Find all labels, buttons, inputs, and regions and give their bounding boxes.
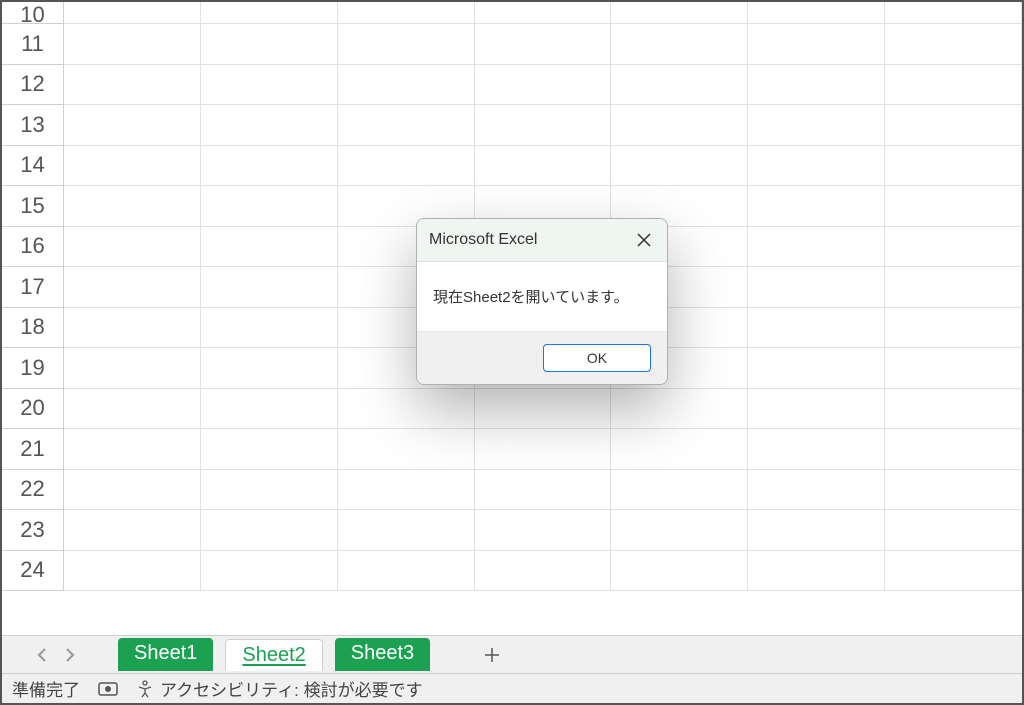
- accessibility-status[interactable]: アクセシビリティ: 検討が必要です: [136, 676, 423, 701]
- dialog-footer: OK: [417, 331, 667, 384]
- add-sheet-icon[interactable]: [478, 641, 506, 669]
- next-sheet-icon[interactable]: [56, 641, 84, 669]
- accessibility-label: アクセシビリティ: 検討が必要です: [160, 676, 423, 701]
- row-header[interactable]: 13: [2, 105, 64, 146]
- row-header[interactable]: 10: [2, 2, 64, 24]
- dialog-title: Microsoft Excel: [429, 231, 537, 249]
- row-header[interactable]: 23: [2, 510, 64, 551]
- dialog-header: Microsoft Excel: [417, 219, 667, 262]
- row-header[interactable]: 18: [2, 308, 64, 349]
- sheet-tab[interactable]: Sheet3: [335, 638, 430, 671]
- sheet-tab[interactable]: Sheet1: [118, 638, 213, 671]
- row-headers: 10 11 12 13 14 15 16 17 18 19 20 21 22 2…: [2, 2, 64, 635]
- close-icon[interactable]: [633, 229, 655, 251]
- dialog-message: 現在Sheet2を開いています。: [417, 262, 667, 331]
- message-dialog: Microsoft Excel 現在Sheet2を開いています。 OK: [416, 218, 668, 385]
- status-ready-label: 準備完了: [12, 676, 80, 701]
- row-header[interactable]: 15: [2, 186, 64, 227]
- accessibility-icon: [136, 680, 154, 698]
- sheet-tab-active[interactable]: Sheet2: [225, 639, 322, 671]
- row-header[interactable]: 22: [2, 470, 64, 511]
- sheet-tabs: Sheet1 Sheet2 Sheet3: [118, 638, 430, 671]
- row-header[interactable]: 21: [2, 429, 64, 470]
- status-bar: 準備完了 アクセシビリティ: 検討が必要です: [2, 673, 1022, 703]
- row-header[interactable]: 20: [2, 389, 64, 430]
- row-header[interactable]: 19: [2, 348, 64, 389]
- row-header[interactable]: 16: [2, 227, 64, 268]
- row-header[interactable]: 11: [2, 24, 64, 65]
- macro-recorder-icon[interactable]: [98, 681, 118, 697]
- row-header[interactable]: 12: [2, 65, 64, 106]
- row-header[interactable]: 24: [2, 551, 64, 592]
- sheet-tabs-bar: Sheet1 Sheet2 Sheet3: [2, 635, 1022, 673]
- row-header[interactable]: 14: [2, 146, 64, 187]
- row-header[interactable]: 17: [2, 267, 64, 308]
- ok-button[interactable]: OK: [543, 344, 651, 372]
- prev-sheet-icon[interactable]: [28, 641, 56, 669]
